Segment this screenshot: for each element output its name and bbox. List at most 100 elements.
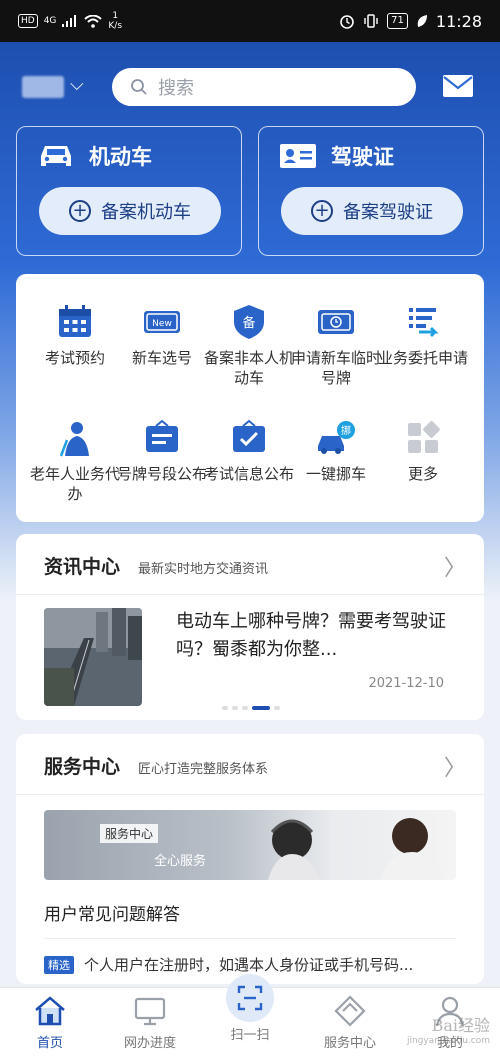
city-road-image bbox=[44, 608, 142, 706]
service-move-car[interactable]: 挪 一键挪车 bbox=[291, 418, 381, 484]
service-center-header: 服务中心 匠心打造完整服务体系 bbox=[44, 752, 268, 779]
service-label: 申请新车临时号牌 bbox=[291, 349, 382, 387]
service-label: 新车选号 bbox=[131, 349, 192, 367]
customer-service-image bbox=[268, 818, 444, 880]
carousel-dot bbox=[274, 706, 280, 710]
carousel-dot bbox=[222, 706, 228, 710]
shield-bei-icon: 备 bbox=[234, 305, 264, 339]
battery-level: 71 bbox=[387, 13, 408, 29]
mail-icon[interactable] bbox=[442, 74, 474, 98]
watermark-logo: Bai经验 bbox=[431, 1016, 490, 1035]
service-exam-info[interactable]: 考试信息公布 bbox=[204, 418, 294, 484]
leaf-icon bbox=[417, 15, 427, 27]
news-title: 资讯中心 bbox=[44, 556, 121, 578]
search-input[interactable]: 搜索 bbox=[112, 68, 416, 106]
register-vehicle-button[interactable]: + 备案机动车 bbox=[39, 187, 221, 235]
service-diamond-icon bbox=[334, 995, 366, 1027]
divider bbox=[16, 594, 484, 595]
tab-home[interactable]: 首页 bbox=[0, 994, 100, 1051]
signal-icon bbox=[62, 15, 77, 27]
status-bar: HD 4G 1 K/s 71 11:28 bbox=[0, 0, 500, 42]
wifi-icon bbox=[84, 14, 103, 28]
carousel-dot-active bbox=[252, 706, 270, 710]
service-label: 备案非本人机动车 bbox=[204, 349, 295, 387]
search-icon bbox=[131, 79, 147, 95]
svg-text:New: New bbox=[152, 319, 172, 329]
faq-title[interactable]: 用户常见问题解答 bbox=[44, 900, 180, 925]
new-plate-icon: New bbox=[144, 311, 180, 333]
vibrate-icon bbox=[364, 14, 378, 28]
plus-circle-icon: + bbox=[311, 200, 333, 222]
exam-board-icon bbox=[233, 419, 265, 452]
news-article-title[interactable]: 电动车上哪种号牌？需要考驾驶证吗？蜀黍都为你整... bbox=[176, 608, 460, 664]
status-right: 71 11:28 bbox=[339, 12, 482, 31]
divider bbox=[16, 794, 484, 795]
bottom-tab-bar: 首页 网办进度 扫一扫 服务中心 我的 bbox=[0, 974, 500, 1057]
service-label: 考试预约 bbox=[44, 349, 105, 367]
service-plate-ranges[interactable]: 号牌号段公布 bbox=[117, 418, 207, 484]
chevron-down-icon[interactable]: ⌵ bbox=[70, 74, 84, 95]
tab-scan[interactable]: 扫一扫 bbox=[200, 1024, 300, 1043]
service-more[interactable]: 更多 bbox=[378, 418, 468, 484]
service-label: 老年人业务代办 bbox=[30, 465, 121, 503]
license-card-title: 驾驶证 bbox=[331, 145, 394, 169]
tab-label: 服务中心 bbox=[323, 1036, 376, 1051]
tab-label: 扫一扫 bbox=[230, 1028, 270, 1043]
service-banner[interactable]: 服务中心 全心服务 bbox=[44, 810, 456, 880]
calendar-icon bbox=[59, 305, 91, 337]
city-selector-blurred[interactable] bbox=[22, 76, 64, 98]
service-banner-badge: 服务中心 bbox=[100, 824, 159, 843]
service-center-title: 服务中心 bbox=[44, 756, 121, 778]
service-label: 业务委托申请 bbox=[378, 349, 469, 367]
net-speed: 1 K/s bbox=[108, 11, 122, 31]
service-label: 一键挪车 bbox=[305, 465, 366, 483]
monitor-icon bbox=[134, 997, 166, 1026]
service-label: 更多 bbox=[407, 465, 438, 483]
service-register-others-vehicle[interactable]: 备 备案非本人机动车 bbox=[204, 302, 294, 388]
scan-button[interactable] bbox=[226, 974, 274, 1022]
service-label: 号牌号段公布 bbox=[117, 465, 208, 483]
divider bbox=[44, 938, 456, 939]
hd-badge: HD bbox=[18, 14, 38, 28]
service-banner-slogan: 全心服务 bbox=[154, 854, 207, 869]
carousel-dots bbox=[222, 706, 280, 710]
chevron-right-icon[interactable]: 〉 bbox=[444, 550, 466, 582]
svg-text:备: 备 bbox=[242, 315, 255, 331]
car-icon bbox=[41, 146, 71, 166]
license-card-icon bbox=[280, 144, 316, 168]
service-center-subtitle: 匠心打造完整服务体系 bbox=[138, 762, 269, 777]
service-label: 考试信息公布 bbox=[204, 465, 295, 483]
news-header: 资讯中心 最新实时地方交通资讯 bbox=[44, 552, 268, 579]
home-icon bbox=[35, 996, 65, 1026]
news-thumbnail[interactable] bbox=[44, 608, 142, 706]
speed-value: 1 bbox=[112, 11, 119, 21]
chevron-right-icon[interactable]: 〉 bbox=[444, 750, 466, 782]
carousel-dot bbox=[242, 706, 248, 710]
service-new-plate[interactable]: New 新车选号 bbox=[117, 302, 207, 368]
watermark-url: jingyan.baidu.com bbox=[406, 1036, 490, 1046]
service-delegation[interactable]: 业务委托申请 bbox=[378, 302, 468, 368]
elder-icon bbox=[59, 422, 89, 457]
plate-board-icon bbox=[146, 419, 178, 452]
faq-item[interactable]: 精选 个人用户在注册时，如遇本人身份证或手机号码... bbox=[44, 954, 464, 975]
faq-question: 个人用户在注册时，如遇本人身份证或手机号码... bbox=[84, 956, 414, 974]
register-license-label: 备案驾驶证 bbox=[343, 202, 433, 223]
tab-label: 网办进度 bbox=[123, 1036, 176, 1051]
service-temp-plate[interactable]: 申请新车临时号牌 bbox=[291, 302, 381, 388]
service-elder-agent[interactable]: 老年人业务代办 bbox=[30, 418, 120, 504]
news-subtitle: 最新实时地方交通资讯 bbox=[138, 562, 269, 577]
service-center-panel: 服务中心 匠心打造完整服务体系 〉 服务中心 全心服务 用户常见问题解答 精选 … bbox=[16, 734, 484, 984]
tab-service-center[interactable]: 服务中心 bbox=[300, 994, 400, 1051]
register-vehicle-label: 备案机动车 bbox=[101, 202, 191, 223]
alarm-icon bbox=[340, 15, 354, 29]
plus-circle-icon: + bbox=[69, 200, 91, 222]
news-article-date: 2021-12-10 bbox=[368, 676, 444, 691]
clock-time: 11:28 bbox=[435, 11, 482, 31]
register-license-button[interactable]: + 备案驾驶证 bbox=[281, 187, 463, 235]
status-left: HD 4G 1 K/s bbox=[18, 11, 122, 31]
tab-progress[interactable]: 网办进度 bbox=[100, 994, 200, 1051]
search-placeholder: 搜索 bbox=[158, 78, 194, 99]
service-exam-booking[interactable]: 考试预约 bbox=[30, 302, 120, 368]
tab-label: 首页 bbox=[36, 1036, 63, 1051]
network-label: 4G bbox=[43, 16, 57, 26]
